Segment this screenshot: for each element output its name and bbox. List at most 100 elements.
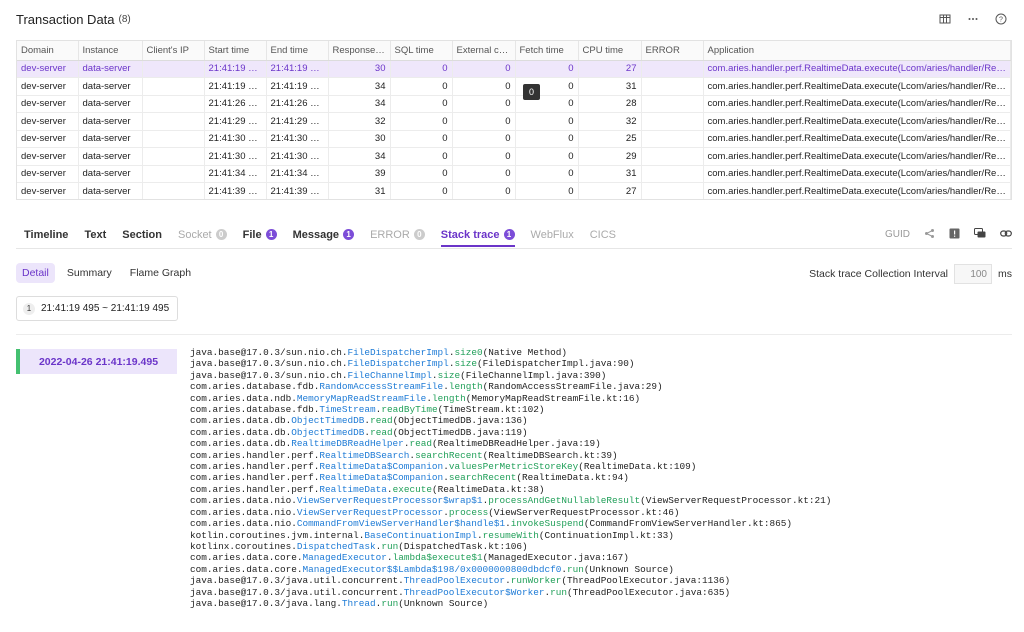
frame-class: MemoryMapReadStreamFile [296,392,427,404]
tab-cics[interactable]: CICS [590,229,616,247]
table-row[interactable]: dev-server data-server 21:41:19 485 21:41:1… [17,60,1011,78]
table-cell: data-server [78,77,143,96]
tab-webflux[interactable]: WebFlux [531,229,574,247]
more-options-icon[interactable] [966,12,980,26]
tab-file[interactable]: File 1 [243,229,277,247]
cell-tooltip: 0 [523,84,540,100]
column-header[interactable]: SQL time [390,41,453,61]
table-cell: 0 [515,182,579,199]
tab-stack-trace[interactable]: Stack trace 1 [440,229,515,247]
table-cell: 0 [452,130,516,148]
frame-method: run [566,563,584,575]
interval-input[interactable] [954,264,992,284]
table-cell [641,60,704,78]
tab-message[interactable]: Message 1 [292,228,355,247]
table-cell: dev-server [17,77,79,96]
table-cell: 0 [390,60,453,78]
table-cell: 34 [328,147,391,166]
table-cell: 29 [578,147,642,166]
frame-method: execute [392,483,432,495]
tab-text[interactable]: Text [84,229,106,247]
frame-package: com.aries.data.core. [190,552,303,564]
tab-label: CICS [589,228,616,241]
frame-source: (Native Method) [482,347,567,358]
column-header[interactable]: Start time [204,41,267,61]
tab-socket[interactable]: Socket 0 [178,229,227,247]
stack-timestamp[interactable]: 2022-04-26 21:41:19.495 [16,349,177,374]
table-cell: com.aries.handler.perf.RealtimeData.exec… [703,95,1011,113]
frame-source: (Unknown Source) [398,597,489,609]
frame-package: com.aries.handler.perf. [190,461,320,473]
table-row[interactable]: dev-server data-server 21:41:29 574 21:41:2… [17,112,1011,131]
tab-label: Message [292,228,340,241]
table-cell: 0 [515,165,579,183]
table-cell [641,130,704,148]
frame-method: run [550,586,567,598]
table-cell: 21:41:19 515 [266,60,329,78]
table-cell [142,77,205,96]
stack-subtabs: Detail Summary Flame Graph [16,263,197,283]
table-row[interactable]: dev-server data-server 21:41:30 676 21:41:3… [17,130,1011,148]
table-cell: data-server [78,165,143,183]
frame-source: (RandomAccessStreamFile.java:29) [482,381,663,393]
help-icon[interactable]: ? [994,12,1008,26]
svg-text:?: ? [999,17,1003,24]
frame-source: (Unknown Source) [583,563,674,575]
table-cell: com.aries.handler.perf.RealtimeData.exec… [703,60,1011,78]
column-header[interactable]: Instance [78,41,143,61]
frame-method: valuesPerMetricStoreKey [448,461,579,473]
table-row[interactable]: dev-server data-server 21:41:34 049 21:41:3… [17,165,1011,183]
column-header[interactable]: CPU time [578,41,642,61]
frame-method: read [409,438,432,450]
frame-package: java.base@17.0.3/sun.nio.ch. [190,358,348,370]
column-header[interactable]: Response … [328,41,391,61]
column-header[interactable]: Client's IP [142,41,205,61]
tab-error[interactable]: ERROR 0 [370,229,425,247]
time-range-chip[interactable]: 1 21:41:19 495 ~ 21:41:19 495 [16,296,179,321]
column-header[interactable]: External c… [452,41,516,61]
stack-frame: com.aries.handler.perf.RealtimeData.exec… [190,484,831,495]
table-row[interactable]: dev-server data-server 21:41:26 224 21:41:2… [17,95,1011,113]
chat-icon[interactable] [974,227,986,242]
table-cell: com.aries.handler.perf.RealtimeData.exec… [703,112,1011,131]
column-header[interactable]: Fetch time [515,41,579,61]
subtab-detail[interactable]: Detail [16,263,55,283]
frame-package: java.base@17.0.3/java.util.concurrent. [190,575,404,587]
subtab-flame-graph[interactable]: Flame Graph [124,263,197,283]
column-header[interactable]: Application [703,41,1011,61]
table-cell [142,112,205,131]
table-row[interactable]: dev-server data-server 21:41:19 484 21:41:1… [17,77,1011,96]
table-cell: dev-server [17,112,79,131]
column-header[interactable]: ERROR [641,41,704,61]
link-icon[interactable] [1000,228,1012,242]
subtab-summary[interactable]: Summary [61,263,118,283]
frame-class: ThreadPoolExecutor$Worker [403,586,545,598]
stack-frame: com.aries.data.ndb.MemoryMapReadStreamFi… [190,393,831,404]
tab-label: ERROR [370,228,410,241]
alert-icon[interactable] [949,228,960,242]
share-icon[interactable] [924,228,935,242]
detail-tabs: Timeline Text Section Socket 0 File 1 Message 1 E… [16,227,1012,249]
column-header[interactable]: End time [266,41,329,61]
tab-count-badge: 1 [265,229,277,240]
frame-source: (ThreadPoolExecutor.java:635) [566,586,731,598]
stack-frame: java.base@17.0.3/sun.nio.ch.FileDispatch… [190,358,831,369]
table-cell [641,165,704,183]
table-row[interactable]: dev-server data-server 21:41:39 679 21:41:3… [17,182,1011,199]
header-tools: ? [938,12,1008,26]
table-row[interactable]: dev-server data-server 21:41:30 677 21:41:3… [17,147,1011,166]
column-settings-icon[interactable] [938,12,952,26]
tab-section[interactable]: Section [122,229,162,247]
column-header[interactable]: Domain [17,41,79,61]
table-cell: 21:41:34 088 [266,165,329,183]
frame-class: DispatchedTask [296,540,376,552]
stack-frame: kotlin.coroutines.jvm.internal.BaseConti… [190,530,831,541]
table-cell: data-server [78,130,143,148]
table-cell: 0 [515,112,579,131]
frame-method: invokeSuspend [510,518,584,530]
frame-source: (RealtimeData.kt:109) [578,461,697,473]
guid-button[interactable]: GUID [885,229,910,240]
table-cell: 27 [578,182,642,199]
tab-timeline[interactable]: Timeline [24,229,68,247]
table-cell: 21:41:19 518 [266,77,329,96]
